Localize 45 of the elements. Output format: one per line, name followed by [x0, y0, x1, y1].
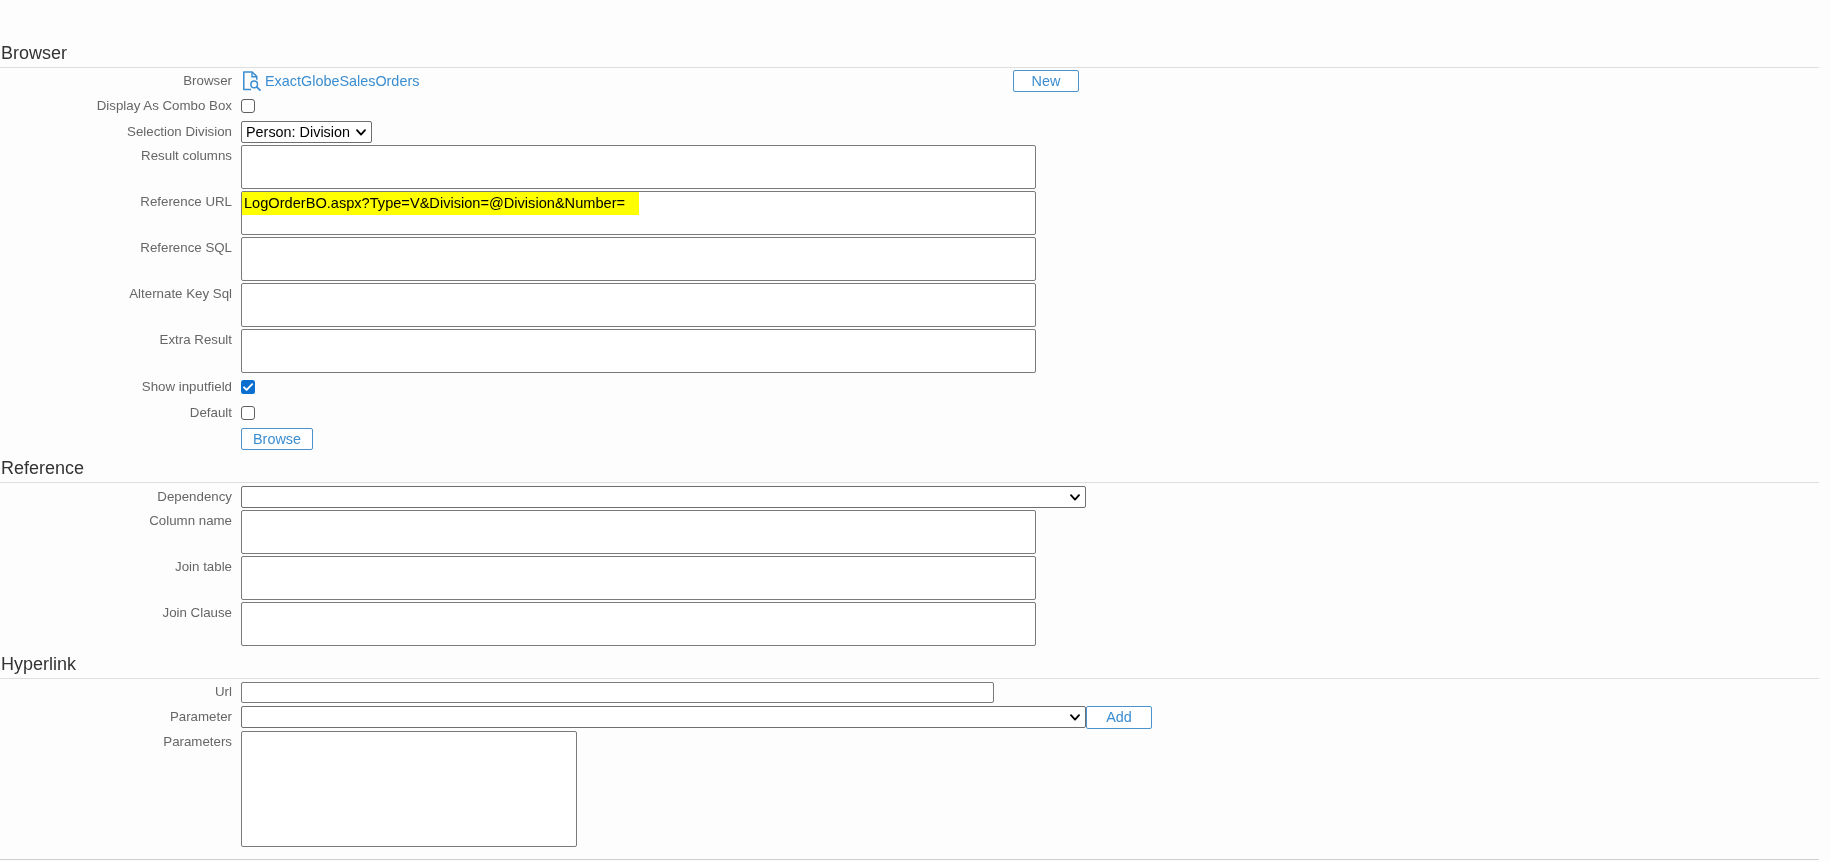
field-label: Show inputfield [141, 378, 232, 396]
field-label: Reference URL [140, 193, 232, 211]
text-area[interactable] [241, 145, 1036, 189]
text-area[interactable] [241, 602, 1036, 646]
chevron-down-icon [1070, 713, 1080, 721]
document-search-icon [242, 71, 261, 91]
text-area[interactable] [241, 237, 1036, 281]
field-label: Extra Result [159, 331, 232, 349]
text-area[interactable]: LogOrderBO.aspx?Type=V&Division=@Division&Number= [241, 191, 1036, 235]
field-label: Browser [183, 72, 232, 90]
checkbox[interactable] [241, 380, 255, 394]
field-label: Join table [175, 558, 232, 576]
checkbox[interactable] [241, 406, 255, 420]
text-area[interactable] [241, 510, 1036, 554]
field-label: Selection Division [127, 123, 232, 141]
field-label: Default [189, 404, 232, 422]
field-label: Result columns [141, 147, 232, 165]
field-label: Display As Combo Box [96, 97, 232, 115]
button[interactable]: New [1013, 70, 1079, 92]
dropdown[interactable] [241, 706, 1086, 729]
field-label: Dependency [157, 488, 232, 506]
button[interactable]: Browse [241, 428, 313, 450]
field-label: Parameter [169, 708, 232, 726]
field-label: Reference SQL [140, 239, 232, 257]
chevron-down-icon [356, 128, 366, 136]
field-label: Url [215, 683, 232, 701]
section-heading: Reference [1, 457, 85, 480]
section-heading: Browser [1, 42, 67, 65]
button[interactable]: Add [1086, 706, 1152, 729]
dropdown[interactable]: Person: Division [241, 121, 372, 143]
field-label: Alternate Key Sql [129, 285, 232, 303]
field-label: Parameters [163, 732, 232, 751]
browser-link[interactable]: ExactGlobeSalesOrders [241, 71, 420, 91]
text-area[interactable] [241, 283, 1036, 327]
checkbox[interactable] [241, 99, 255, 113]
text-input[interactable] [241, 681, 994, 703]
field-label: Join Clause [162, 604, 232, 622]
text-area[interactable] [241, 556, 1036, 600]
dropdown[interactable] [241, 486, 1086, 508]
text-area[interactable] [241, 329, 1036, 373]
list-box[interactable] [241, 730, 577, 847]
highlighted-text: LogOrderBO.aspx?Type=V&Division=@Division&Number= [242, 192, 640, 215]
section-heading: Hyperlink [1, 653, 77, 676]
field-label: Column name [149, 512, 232, 530]
chevron-down-icon [1070, 493, 1080, 501]
